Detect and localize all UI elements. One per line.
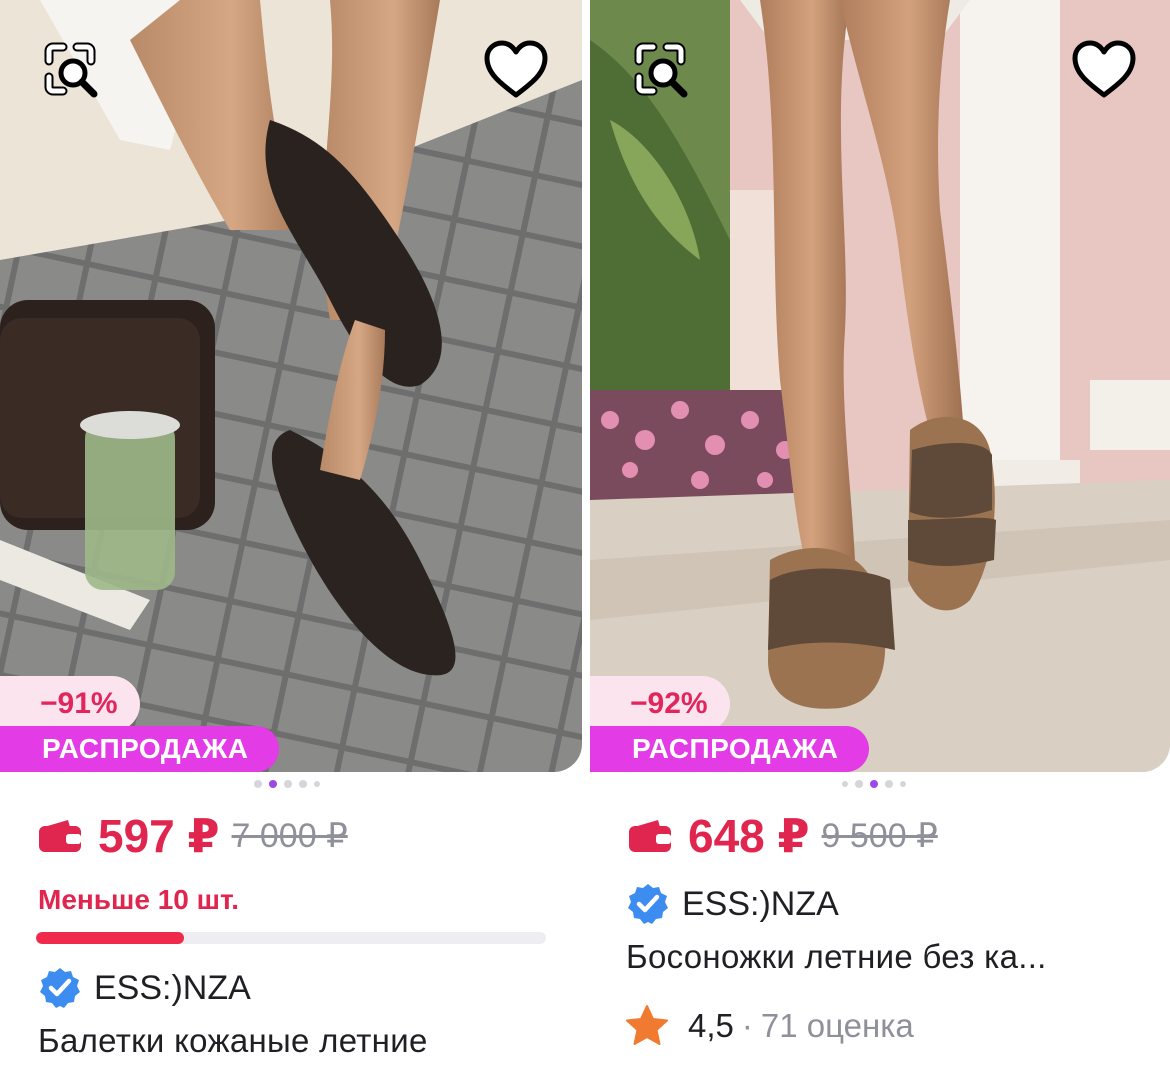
gallery-dot — [299, 780, 307, 788]
sale-badge: РАСПРОДАЖА — [590, 726, 869, 772]
gallery-dot — [314, 781, 320, 787]
gallery-dot — [885, 780, 893, 788]
verified-icon — [40, 968, 80, 1008]
verified-icon — [628, 884, 668, 924]
stock-label: Меньше 10 шт. — [38, 884, 240, 915]
reviews-count: 71 оценка — [760, 1007, 914, 1044]
separator-dot: · — [741, 1007, 753, 1044]
product-title[interactable]: Босоножки летние без ка... — [626, 938, 1146, 976]
search-similar-icon — [634, 42, 688, 98]
favorite-button[interactable] — [480, 34, 552, 106]
current-price: 648 ₽ — [688, 810, 810, 862]
wallet-icon — [629, 820, 671, 852]
gallery-dot — [842, 781, 848, 787]
rating-row[interactable]: 4,5 · 71 оценка — [624, 1003, 914, 1049]
rating-value: 4,5 — [688, 1007, 734, 1044]
gallery-dot — [284, 780, 292, 788]
product-grid: −91% РАСПРОДАЖА 597 ₽ 7 000 ₽ Меньше 10 … — [0, 0, 1170, 1078]
wallet-icon — [39, 820, 81, 852]
heart-icon — [1072, 40, 1136, 98]
product-photo-image — [590, 0, 1170, 772]
brand-row[interactable]: ESS:)NZA — [626, 882, 839, 926]
gallery-dot — [855, 780, 863, 788]
brand-row[interactable]: ESS:)NZA — [38, 966, 251, 1010]
heart-icon — [484, 40, 548, 98]
brand-name: ESS:)NZA — [94, 968, 251, 1007]
sale-badge: РАСПРОДАЖА — [0, 726, 279, 772]
find-similar-button[interactable] — [34, 34, 106, 106]
product-title[interactable]: Балетки кожаные летние — [38, 1022, 568, 1060]
discount-badge: −91% — [0, 676, 140, 732]
gallery-dot-active — [269, 780, 277, 788]
discount-badge: −92% — [590, 676, 730, 732]
search-similar-icon — [44, 42, 98, 98]
price-row: 648 ₽ 9 500 ₽ — [628, 808, 938, 864]
star-icon — [626, 1005, 668, 1045]
stock-bar-fill — [36, 932, 184, 944]
gallery-dot — [254, 780, 262, 788]
gallery-dots — [254, 780, 320, 788]
brand-name: ESS:)NZA — [682, 884, 839, 923]
product-photo[interactable] — [590, 0, 1170, 772]
product-card[interactable]: −91% РАСПРОДАЖА 597 ₽ 7 000 ₽ Меньше 10 … — [0, 0, 582, 1078]
price-row: 597 ₽ 7 000 ₽ — [38, 808, 348, 864]
product-card[interactable]: −92% РАСПРОДАЖА 648 ₽ 9 500 ₽ ESS:)NZA Б… — [590, 0, 1170, 1078]
current-price: 597 ₽ — [98, 810, 220, 862]
gallery-dot — [900, 781, 906, 787]
stock-bar — [36, 932, 546, 944]
product-photo-image — [0, 0, 582, 772]
find-similar-button[interactable] — [624, 34, 696, 106]
gallery-dots — [842, 780, 906, 788]
old-price: 7 000 ₽ — [231, 817, 348, 855]
product-photo[interactable] — [0, 0, 582, 772]
favorite-button[interactable] — [1068, 34, 1140, 106]
gallery-dot-active — [870, 780, 878, 788]
old-price: 9 500 ₽ — [821, 817, 938, 855]
